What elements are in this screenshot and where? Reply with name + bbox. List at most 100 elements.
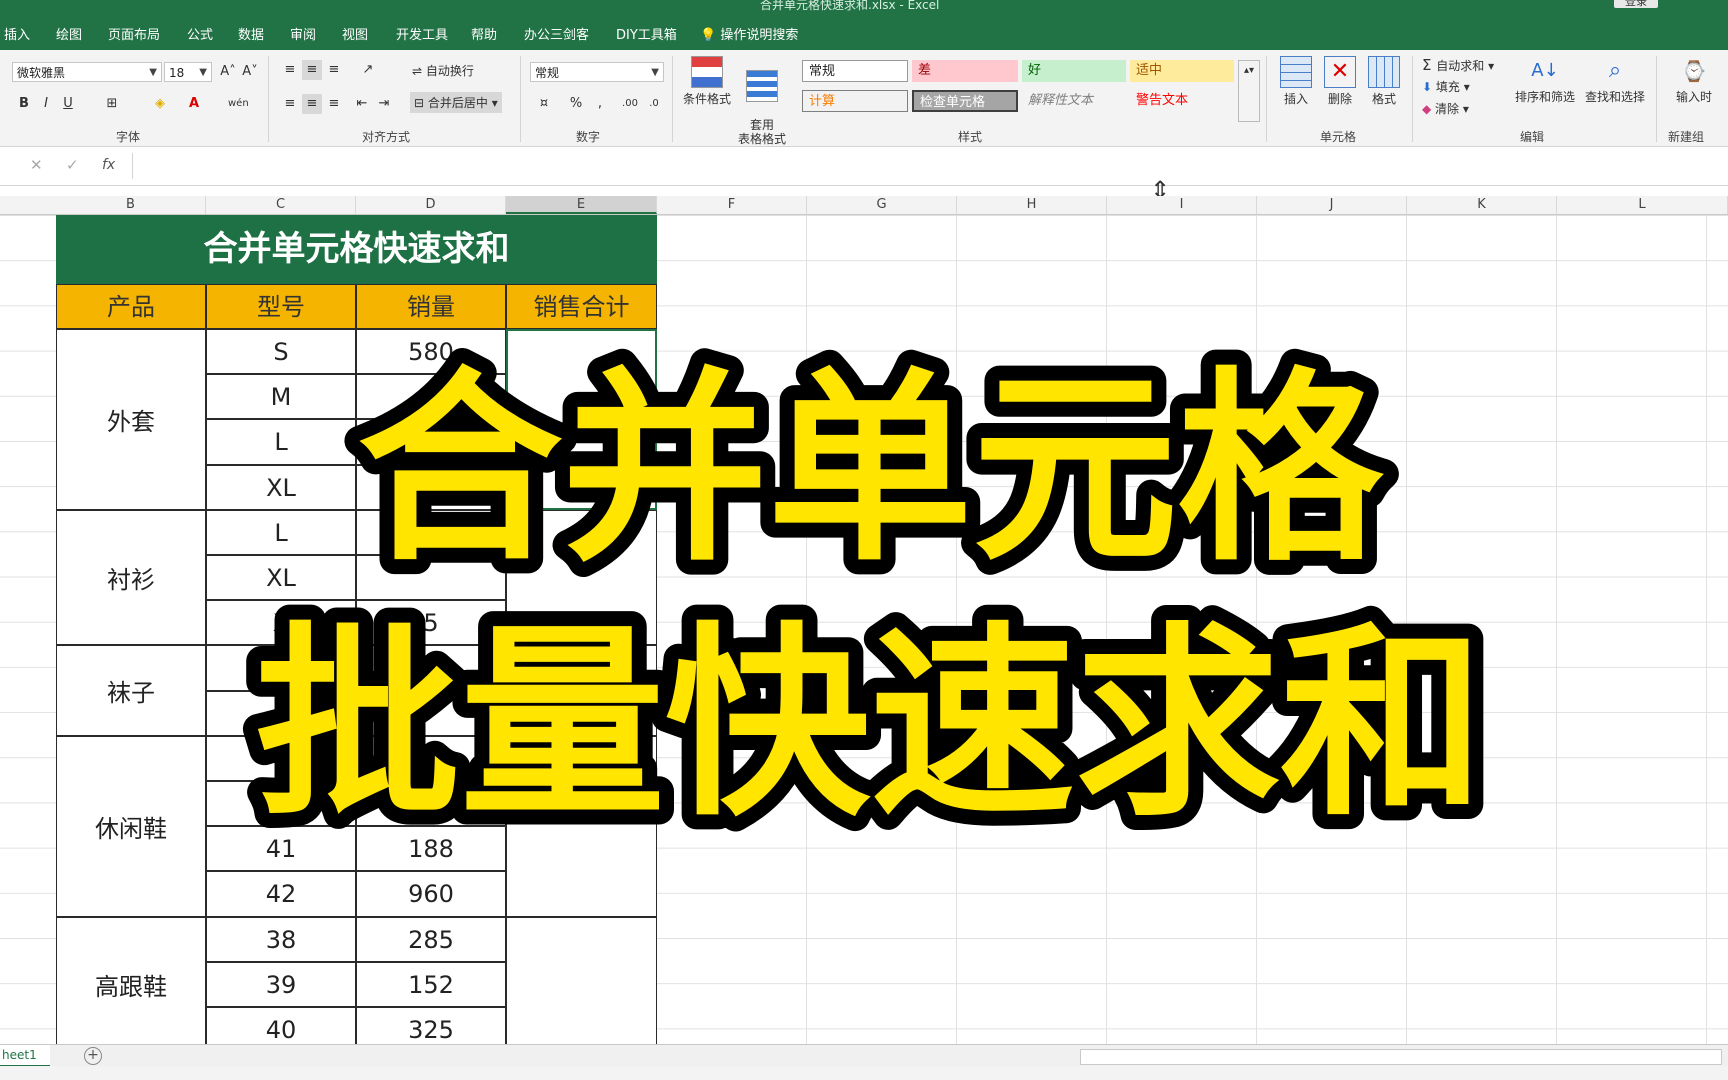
quantity-cell[interactable]: 5: [356, 600, 506, 646]
sort-filter-button[interactable]: A↓ 排序和筛选: [1512, 56, 1578, 105]
column-header-e[interactable]: E: [506, 196, 657, 214]
header-sales-total[interactable]: 销售合计: [506, 284, 657, 329]
fill-color-icon[interactable]: ◈: [150, 94, 170, 114]
product-cell[interactable]: 袜子: [56, 645, 206, 736]
comma-icon[interactable]: ,: [590, 94, 610, 114]
align-left-icon[interactable]: ≡: [280, 94, 300, 114]
tab-help[interactable]: 帮助: [471, 24, 497, 43]
column-header-f[interactable]: F: [657, 196, 807, 214]
quantity-cell[interactable]: [356, 464, 506, 510]
check-icon[interactable]: ✓: [66, 156, 79, 174]
model-cell[interactable]: [206, 781, 356, 827]
find-select-button[interactable]: ⌕ 查找和选择: [1582, 56, 1648, 105]
column-header-k[interactable]: K: [1407, 196, 1557, 214]
horizontal-scrollbar[interactable]: [1080, 1049, 1722, 1065]
style-normal[interactable]: 常规: [802, 60, 908, 82]
sales-total-cell[interactable]: [506, 329, 657, 510]
tab-data[interactable]: 数据: [238, 24, 264, 43]
tab-diy-toolbox[interactable]: DIY工具箱: [616, 24, 677, 43]
input-time-button[interactable]: ⌚ 输入时: [1664, 56, 1724, 105]
product-cell[interactable]: 外套: [56, 329, 206, 510]
phonetic-icon[interactable]: wén: [228, 94, 249, 114]
quantity-cell[interactable]: [356, 419, 506, 465]
font-name-select[interactable]: 微软雅黑 ▼: [12, 62, 162, 82]
column-header-l[interactable]: L: [1557, 196, 1728, 214]
font-color-icon[interactable]: A: [184, 94, 204, 114]
styles-more-icon[interactable]: ▴▾: [1238, 60, 1260, 122]
merge-center-button[interactable]: ⊟ 合并后居中 ▾: [410, 92, 502, 113]
sheet-tab[interactable]: heet1: [0, 1045, 50, 1067]
model-cell[interactable]: 42: [206, 871, 356, 917]
product-cell[interactable]: 休闲鞋: [56, 735, 206, 917]
cancel-icon[interactable]: ✕: [30, 156, 43, 174]
wrap-text-button[interactable]: ⇌ 自动换行: [412, 62, 474, 79]
decrease-font-icon[interactable]: A˅: [240, 62, 260, 82]
header-quantity[interactable]: 销量: [356, 284, 506, 329]
model-cell[interactable]: 41: [206, 826, 356, 872]
model-cell[interactable]: [206, 645, 356, 691]
model-cell[interactable]: [206, 690, 356, 736]
column-header-d[interactable]: D: [356, 196, 506, 214]
model-cell[interactable]: 39: [206, 961, 356, 1007]
model-cell[interactable]: XL: [206, 464, 356, 510]
product-cell[interactable]: 衬衫: [56, 509, 206, 646]
function-icon[interactable]: fx: [102, 157, 115, 173]
decrease-decimal-icon[interactable]: .0: [644, 94, 664, 114]
formula-input[interactable]: [132, 153, 1723, 179]
column-header-h[interactable]: H: [957, 196, 1107, 214]
increase-decimal-icon[interactable]: .00: [620, 94, 640, 114]
align-center-icon[interactable]: ≡: [302, 94, 322, 114]
style-warning[interactable]: 警告文本: [1130, 90, 1234, 112]
underline-button[interactable]: U: [58, 94, 78, 114]
column-header-b[interactable]: B: [56, 196, 206, 214]
model-cell[interactable]: L: [206, 419, 356, 465]
quantity-cell[interactable]: [356, 555, 506, 601]
header-product[interactable]: 产品: [56, 284, 206, 329]
quantity-cell[interactable]: 580: [356, 329, 506, 375]
model-cell[interactable]: S: [206, 329, 356, 375]
header-model[interactable]: 型号: [206, 284, 356, 329]
model-cell[interactable]: X: [206, 600, 356, 646]
model-cell[interactable]: M: [206, 374, 356, 420]
italic-button[interactable]: I: [36, 94, 56, 114]
style-good[interactable]: 好: [1022, 60, 1126, 82]
table-title[interactable]: 合并单元格快速求和: [56, 215, 657, 284]
model-cell[interactable]: XL: [206, 555, 356, 601]
insert-cells-button[interactable]: 插入: [1276, 56, 1316, 107]
quantity-cell[interactable]: 285: [356, 916, 506, 962]
sales-total-cell[interactable]: [506, 509, 657, 646]
column-header-i[interactable]: I: [1107, 196, 1257, 214]
number-format-select[interactable]: 常规 ▼: [530, 62, 664, 82]
tab-view[interactable]: 视图: [342, 24, 368, 43]
tab-insert[interactable]: 插入: [4, 24, 30, 43]
column-header-g[interactable]: G: [807, 196, 957, 214]
align-middle-icon[interactable]: ≡: [302, 60, 322, 80]
currency-icon[interactable]: ¤: [534, 94, 554, 114]
quantity-cell[interactable]: 152: [356, 961, 506, 1007]
format-cells-button[interactable]: 格式: [1364, 56, 1404, 107]
autosum-button[interactable]: Σ 自动求和 ▾: [1422, 56, 1494, 74]
delete-cells-button[interactable]: ✕ 删除: [1320, 56, 1360, 107]
table-format-button[interactable]: 套用 表格格式: [736, 56, 788, 146]
tab-draw[interactable]: 绘图: [56, 24, 82, 43]
model-cell[interactable]: [206, 735, 356, 781]
tab-office-tools[interactable]: 办公三剑客: [524, 24, 589, 43]
style-calc[interactable]: 计算: [802, 90, 908, 112]
quantity-cell[interactable]: [356, 690, 506, 736]
quantity-cell[interactable]: 0: [356, 645, 506, 691]
quantity-cell[interactable]: 5: [356, 735, 506, 781]
clear-button[interactable]: ◆ 清除 ▾: [1422, 100, 1469, 117]
sales-total-cell[interactable]: [506, 645, 657, 736]
tab-formulas[interactable]: 公式: [187, 24, 213, 43]
align-bottom-icon[interactable]: ≡: [324, 60, 344, 80]
orientation-icon[interactable]: ↗: [358, 60, 378, 80]
percent-icon[interactable]: %: [566, 94, 586, 114]
tab-review[interactable]: 审阅: [290, 24, 316, 43]
quantity-cell[interactable]: 188: [356, 826, 506, 872]
indent-decrease-icon[interactable]: ⇤: [352, 94, 372, 114]
column-header-c[interactable]: C: [206, 196, 356, 214]
font-size-select[interactable]: 18 ▼: [164, 62, 212, 82]
column-header-j[interactable]: J: [1257, 196, 1407, 214]
style-check-cell[interactable]: 检查单元格: [912, 90, 1018, 112]
tell-me-search[interactable]: 💡 操作说明搜索: [700, 24, 798, 43]
